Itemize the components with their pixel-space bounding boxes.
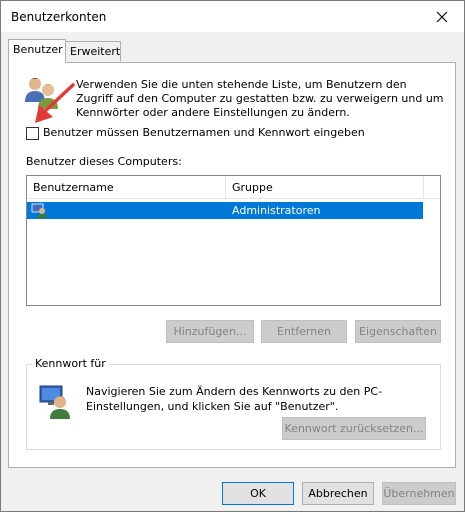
cancel-button[interactable]: Abbrechen (302, 482, 374, 505)
column-header-group[interactable]: Gruppe (232, 181, 273, 194)
description-text: Verwenden Sie die unten stehende Liste, … (76, 78, 444, 119)
ok-button[interactable]: OK (222, 482, 294, 505)
column-separator[interactable] (225, 176, 226, 198)
user-row-icon (31, 203, 47, 218)
column-header-username[interactable]: Benutzername (33, 181, 114, 194)
require-password-label[interactable]: Benutzer müssen Benutzernamen und Kennwo… (43, 126, 365, 139)
password-group-title: Kennwort für (32, 357, 109, 370)
annotation-arrow-icon (35, 83, 75, 123)
cell-group: Administratoren (232, 204, 321, 217)
tab-erweitert-label: Erweitert (70, 45, 121, 58)
titlebar: Benutzerkonten (1, 1, 464, 32)
password-group-text: Navigieren Sie zum Ändern des Kennworts … (86, 385, 383, 413)
add-user-button[interactable]: Hinzufügen... (166, 320, 254, 343)
table-row[interactable]: Administratoren (27, 202, 423, 219)
apply-button[interactable]: Übernehmen (382, 482, 456, 505)
tab-benutzer[interactable]: Benutzer (8, 39, 66, 63)
user-list-header: Benutzername Gruppe (27, 176, 440, 199)
close-button[interactable] (420, 1, 464, 32)
window-title: Benutzerkonten (11, 10, 107, 24)
dialog-window: Benutzerkonten Benutzer Erweitert Verwen… (0, 0, 465, 512)
close-icon (436, 11, 448, 22)
column-separator[interactable] (423, 176, 424, 198)
require-password-checkbox[interactable] (26, 127, 39, 140)
tab-benutzer-label: Benutzer (13, 43, 63, 56)
tab-erweitert[interactable]: Erweitert (65, 41, 121, 61)
user-list-label: Benutzer dieses Computers: (26, 155, 182, 168)
user-list[interactable]: Benutzername Gruppe Administratoren (26, 175, 441, 306)
properties-button[interactable]: Eigenschaften (355, 320, 441, 343)
user-monitor-icon (39, 385, 70, 419)
reset-password-button[interactable]: Kennwort zurücksetzen... (282, 417, 426, 440)
remove-user-button[interactable]: Entfernen (261, 320, 347, 343)
